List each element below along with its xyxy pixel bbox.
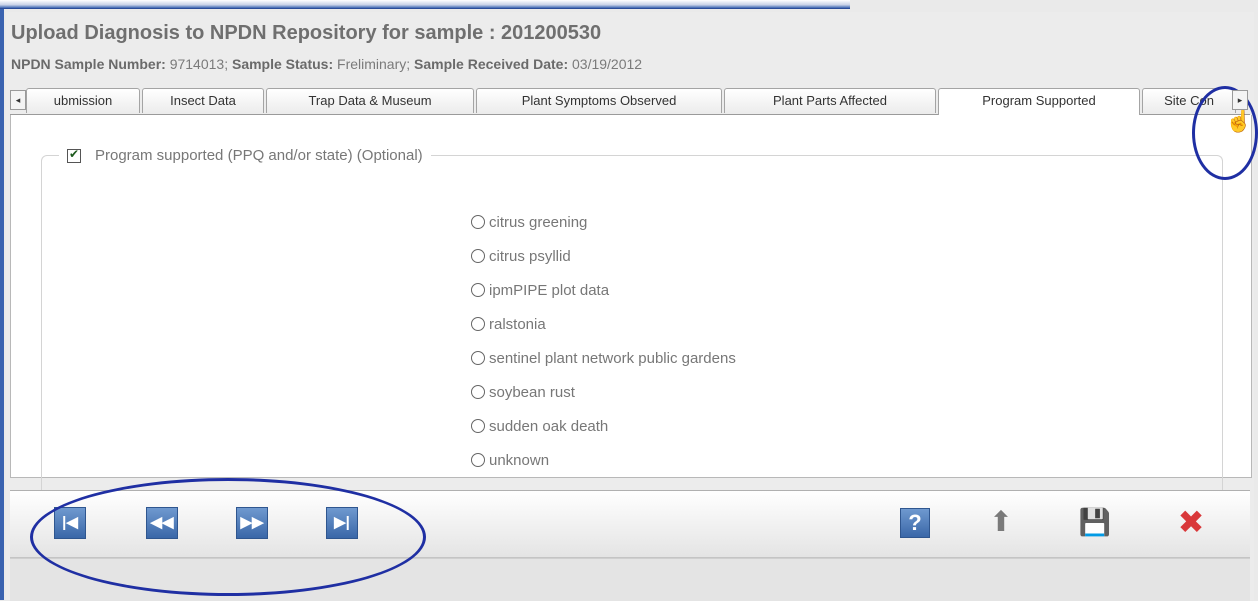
tab-submission[interactable]: ubmission bbox=[26, 88, 140, 113]
option-ralstonia[interactable]: ralstonia bbox=[471, 307, 736, 341]
option-sudden-oak-death[interactable]: sudden oak death bbox=[471, 409, 736, 443]
option-label: soybean rust bbox=[489, 383, 575, 401]
option-label: sentinel plant network public gardens bbox=[489, 349, 736, 367]
radio-button[interactable] bbox=[471, 317, 485, 331]
radio-button[interactable] bbox=[471, 215, 485, 229]
top-decorative-bar bbox=[0, 0, 850, 9]
tab-bar: ◂ ubmission Insect Data Trap Data & Muse… bbox=[10, 88, 1250, 115]
sample-info-line: NPDN Sample Number: 9714013; Sample Stat… bbox=[11, 56, 642, 72]
radio-button[interactable] bbox=[471, 453, 485, 467]
upload-arrow-icon[interactable]: ⬆ bbox=[984, 505, 1018, 539]
radio-button[interactable] bbox=[471, 283, 485, 297]
program-supported-checkbox[interactable] bbox=[67, 147, 81, 163]
page-title: Upload Diagnosis to NPDN Repository for … bbox=[11, 22, 602, 44]
option-label: sudden oak death bbox=[489, 417, 609, 435]
option-label: ipmPIPE plot data bbox=[489, 281, 610, 299]
tab-site-conditions[interactable]: Site Con bbox=[1142, 88, 1236, 113]
tab-trap-data-museum[interactable]: Trap Data & Museum bbox=[266, 88, 474, 113]
tab-plant-symptoms-observed[interactable]: Plant Symptoms Observed bbox=[476, 88, 722, 113]
option-label: unknown bbox=[489, 451, 550, 469]
option-citrus-greening[interactable]: citrus greening bbox=[471, 205, 736, 239]
sample-number-label: NPDN Sample Number: bbox=[11, 56, 166, 72]
received-date-value: 03/19/2012 bbox=[568, 56, 643, 72]
radio-button[interactable] bbox=[471, 249, 485, 263]
option-sentinel-plant-network[interactable]: sentinel plant network public gardens bbox=[471, 341, 736, 375]
upload-diagnosis-window: Upload Diagnosis to NPDN Repository for … bbox=[6, 12, 1254, 601]
program-options-list: citrus greening citrus psyllid ipmPIPE p… bbox=[471, 205, 736, 477]
tab-scroll-left-icon[interactable]: ◂ bbox=[10, 90, 26, 110]
tab-content-panel: Program supported (PPQ and/or state) (Op… bbox=[10, 115, 1252, 496]
sample-status-value: Freliminary; bbox=[333, 56, 415, 72]
tab-plant-parts-affected[interactable]: Plant Parts Affected bbox=[724, 88, 936, 113]
option-soybean-rust[interactable]: soybean rust bbox=[471, 375, 736, 409]
status-bar bbox=[10, 558, 1250, 601]
help-icon[interactable]: ? bbox=[900, 508, 930, 538]
radio-button[interactable] bbox=[471, 419, 485, 433]
tab-insect-data[interactable]: Insect Data bbox=[142, 88, 264, 113]
tab-scroll-right-icon[interactable]: ▸ bbox=[1232, 90, 1248, 110]
program-supported-label: Program supported (PPQ and/or state) (Op… bbox=[95, 147, 423, 164]
save-icon[interactable]: 💾 bbox=[1078, 505, 1112, 539]
option-label: citrus psyllid bbox=[489, 247, 571, 265]
last-page-icon[interactable]: ▶| bbox=[326, 507, 358, 539]
bottom-toolbar: |◀ ◀◀ ▶▶ ▶| ? ⬆ 💾 ✖ bbox=[10, 490, 1250, 558]
program-supported-legend: Program supported (PPQ and/or state) (Op… bbox=[59, 147, 431, 164]
option-ipmpipe-plot-data[interactable]: ipmPIPE plot data bbox=[471, 273, 736, 307]
left-edge-strip bbox=[0, 0, 4, 600]
first-page-icon[interactable]: |◀ bbox=[54, 507, 86, 539]
option-label: citrus greening bbox=[489, 213, 588, 231]
sample-status-label: Sample Status: bbox=[231, 56, 334, 72]
option-label: ralstonia bbox=[489, 315, 546, 333]
previous-page-icon[interactable]: ◀◀ bbox=[146, 507, 178, 539]
option-citrus-psyllid[interactable]: citrus psyllid bbox=[471, 239, 736, 273]
option-unknown[interactable]: unknown bbox=[471, 443, 736, 477]
pointer-hand-icon: ☝ bbox=[1225, 108, 1253, 133]
sample-number-value: 9714013; bbox=[165, 56, 232, 72]
radio-button[interactable] bbox=[471, 385, 485, 399]
received-date-label: Sample Received Date: bbox=[414, 56, 569, 72]
next-page-icon[interactable]: ▶▶ bbox=[236, 507, 268, 539]
tab-program-supported[interactable]: Program Supported bbox=[938, 88, 1140, 115]
close-icon[interactable]: ✖ bbox=[1174, 505, 1208, 539]
radio-button[interactable] bbox=[471, 351, 485, 365]
